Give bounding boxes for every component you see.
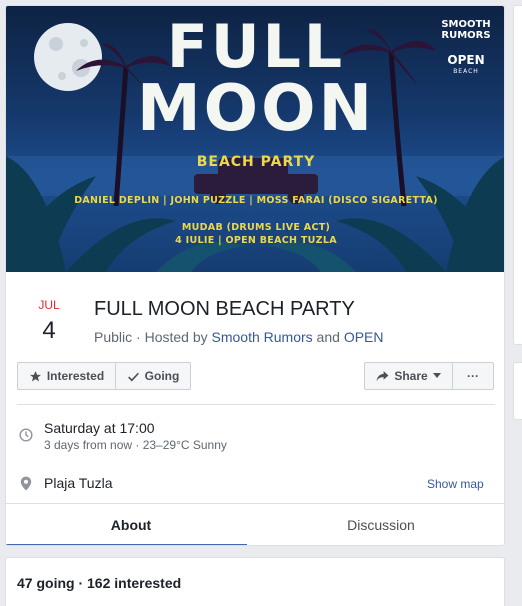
event-date-month: JUL bbox=[38, 298, 60, 312]
share-label: Share bbox=[394, 369, 428, 383]
cover-lineup-line3: 4 IULIE | OPEN BEACH TUZLA bbox=[175, 235, 337, 246]
host-link-smooth-rumors[interactable]: Smooth Rumors bbox=[212, 329, 313, 345]
hosted-by-text: · Hosted by bbox=[132, 329, 212, 345]
event-card: FULL MOON BEACH PARTY SMOOTH RUMORS OPEN… bbox=[5, 5, 505, 546]
share-arrow-icon bbox=[376, 371, 389, 382]
cover-brand-open: OPEN bbox=[447, 53, 485, 67]
attendance-card: 47 going · 162 interested bbox=[5, 557, 505, 606]
event-title: FULL MOON BEACH PARTY bbox=[94, 298, 355, 320]
interested-button[interactable]: Interested bbox=[17, 362, 116, 390]
attendance-stats[interactable]: 47 going · 162 interested bbox=[17, 575, 181, 591]
share-button[interactable]: Share bbox=[364, 362, 453, 390]
event-date-day: 4 bbox=[42, 317, 56, 344]
event-cover-photo[interactable]: FULL MOON BEACH PARTY SMOOTH RUMORS OPEN… bbox=[6, 6, 504, 272]
event-time[interactable]: Saturday at 17:00 bbox=[44, 420, 155, 436]
map-pin-icon bbox=[20, 476, 32, 491]
event-location[interactable]: Plaja Tuzla bbox=[44, 475, 112, 491]
host-link-open[interactable]: OPEN bbox=[344, 329, 384, 345]
tab-about[interactable]: About bbox=[6, 503, 256, 545]
cover-title-line2: MOON bbox=[136, 72, 376, 146]
cover-subtitle: BEACH PARTY bbox=[196, 154, 316, 170]
active-tab-indicator bbox=[6, 544, 247, 545]
actions-divider bbox=[17, 404, 495, 405]
more-options-button[interactable]: ··· bbox=[452, 362, 494, 390]
event-time-forecast: 3 days from now · 23–29°C Sunny bbox=[44, 438, 227, 452]
cover-lineup-line2: MUDAB (DRUMS LIVE ACT) bbox=[181, 222, 331, 233]
going-button[interactable]: Going bbox=[115, 362, 191, 390]
caret-down-icon bbox=[432, 373, 441, 378]
star-icon bbox=[29, 370, 41, 381]
right-column-card bbox=[513, 5, 522, 345]
event-host-line: Public · Hosted by Smooth Rumors and OPE… bbox=[94, 329, 384, 345]
cover-brand-smooth-rumors: SMOOTH RUMORS bbox=[441, 19, 491, 41]
clock-icon bbox=[19, 428, 33, 442]
checkmark-icon bbox=[127, 372, 139, 381]
cover-brand-beach: BEACH bbox=[453, 68, 479, 75]
cover-lineup-line1: DANIEL DEPLIN | JOHN PUZZLE | MOSS FARAI… bbox=[74, 195, 438, 206]
show-map-link[interactable]: Show map bbox=[427, 477, 484, 491]
going-label: Going bbox=[144, 369, 180, 383]
right-column-card bbox=[513, 362, 522, 420]
host-and-text: and bbox=[312, 329, 344, 345]
interested-label: Interested bbox=[46, 369, 105, 383]
tab-discussion[interactable]: Discussion bbox=[256, 503, 504, 545]
event-privacy: Public bbox=[94, 329, 133, 345]
more-options-label: ··· bbox=[467, 369, 479, 383]
